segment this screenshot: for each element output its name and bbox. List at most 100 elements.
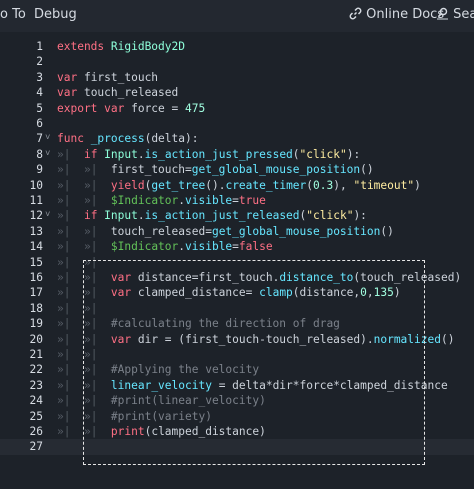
code-token: "click" — [299, 147, 347, 161]
code-line[interactable]: 12 ˅ »| if Input.is_action_just_released("… — [0, 208, 474, 223]
link-icon — [349, 7, 362, 24]
line-number: 7 — [36, 132, 43, 146]
code-text: func _process(delta): — [57, 131, 198, 146]
search-help-icon — [436, 7, 449, 24]
code-text: »| »| first_touch=get_global_mouse_posit… — [57, 162, 374, 177]
code-text: »| if Input.is_action_just_pressed("clic… — [57, 147, 360, 162]
code-token: visible — [185, 194, 233, 207]
code-line[interactable]: 7 ˅ func _process(delta): — [0, 131, 474, 146]
indent-guide-icon: »| — [57, 194, 84, 207]
code-line[interactable]: 3 var first_touch — [0, 70, 474, 85]
code-token: (). — [205, 178, 226, 192]
code-line[interactable]: 5 export var force = 475 — [0, 101, 474, 116]
code-text: »| »| yield(get_tree().create_timer(0.3)… — [57, 178, 421, 193]
line-number: 19 — [29, 317, 43, 331]
code-line[interactable]: 13 »| »| touch_released=get_global_mouse_… — [0, 224, 474, 239]
code-line[interactable]: 4 var touch_released — [0, 85, 474, 100]
line-number: 14 — [29, 240, 43, 254]
code-line[interactable]: 9 »| »| first_touch=get_global_mouse_posi… — [0, 162, 474, 177]
code-text: export var force = 475 — [57, 101, 205, 116]
fold-arrow-icon[interactable]: ˅ — [45, 147, 50, 162]
line-number: 11 — [29, 194, 43, 207]
indent-guide-icon: »| — [57, 255, 84, 269]
code-token: = — [232, 194, 239, 207]
fold-arrow-icon[interactable]: ˅ — [45, 208, 50, 223]
line-number: 4 — [36, 86, 43, 100]
indent-guide-icon: »| — [57, 271, 84, 284]
search-help-button[interactable]: Sear — [436, 7, 474, 24]
search-help-label: Sear — [453, 7, 474, 22]
code-token: var — [57, 86, 84, 100]
line-number: 24 — [29, 394, 43, 408]
code-line[interactable]: 6 — [0, 116, 474, 131]
indent-guide-icon: »| — [57, 409, 84, 423]
code-text: »| if Input.is_action_just_released("cli… — [57, 208, 367, 223]
online-docs-label: Online Docs — [366, 7, 445, 22]
indent-guide-icon: »| — [83, 224, 111, 238]
indent-guide-icon: »| — [57, 147, 84, 161]
code-token: () — [380, 224, 394, 238]
code-token: is_action_just_pressed — [144, 147, 293, 161]
code-line[interactable]: 14 »| »| $Indicator.visible=false — [0, 239, 474, 254]
indent-guide-icon: »| — [83, 178, 111, 192]
line-number: 23 — [29, 378, 43, 392]
debug-menu[interactable]: Debug — [34, 7, 77, 22]
indent-guide-icon: »| — [83, 163, 111, 177]
code-token: . — [178, 240, 186, 254]
code-token: true — [238, 194, 266, 207]
code-token: $Indicator — [110, 240, 179, 254]
code-token: _process — [90, 132, 145, 146]
line-number: 22 — [29, 363, 43, 377]
code-token: if — [83, 209, 105, 223]
code-token: create_timer — [225, 178, 307, 192]
indent-guide-icon: »| — [83, 240, 111, 254]
code-token: () — [360, 163, 374, 177]
indent-guide-icon: »| — [57, 348, 84, 361]
goto-menu[interactable]: o To — [0, 7, 26, 22]
code-text: var first_touch — [57, 70, 158, 85]
line-number: 5 — [36, 101, 43, 115]
code-text: »| »| $Indicator.visible=true — [57, 193, 266, 208]
code-token: var — [57, 70, 84, 84]
indent-guide-icon: »| — [57, 178, 84, 192]
code-token: visible — [185, 240, 233, 254]
code-line[interactable]: 10 »| »| yield(get_tree().create_timer(0.… — [0, 178, 474, 193]
selection-outline — [83, 260, 425, 465]
indent-guide-icon: »| — [57, 163, 84, 177]
code-token: touch_released — [83, 86, 179, 100]
code-line[interactable]: 2 — [0, 54, 474, 69]
indent-guide-icon: »| — [57, 240, 84, 254]
code-text: extends RigidBody2D — [57, 39, 185, 54]
menu-bar: o To Debug Online Docs Sear — [0, 0, 474, 32]
code-token: Input — [104, 147, 138, 161]
indent-guide-icon: »| — [57, 378, 84, 392]
code-token: is_action_just_released — [144, 209, 300, 223]
code-token: 475 — [184, 101, 206, 115]
code-token: first_touch — [83, 70, 159, 84]
line-number: 25 — [29, 409, 43, 423]
code-text: »| »| $Indicator.visible=false — [57, 239, 273, 254]
indent-guide-icon: »| — [57, 286, 84, 300]
line-number: 10 — [29, 178, 43, 192]
code-token: ( — [292, 147, 300, 161]
code-line[interactable]: 8 ˅ »| if Input.is_action_just_pressed("cl… — [0, 147, 474, 162]
code-line[interactable]: 11 »| »| $Indicator.visible=true — [0, 193, 474, 208]
code-token: export var — [57, 101, 132, 115]
indent-guide-icon: »| — [57, 301, 84, 315]
fold-arrow-icon[interactable]: ˅ — [45, 131, 50, 146]
code-token: 0.3 — [313, 178, 334, 192]
code-token: . — [137, 147, 145, 161]
indent-guide-icon: »| — [57, 394, 84, 408]
code-token: (delta): — [144, 132, 199, 146]
line-number: 9 — [36, 163, 43, 177]
code-token: "click" — [306, 209, 354, 223]
line-number: 17 — [29, 286, 43, 300]
line-number: 3 — [36, 70, 43, 84]
line-number: 6 — [36, 117, 43, 130]
online-docs-button[interactable]: Online Docs — [349, 7, 444, 24]
code-token: first_touch= — [110, 163, 192, 177]
code-token: if — [83, 147, 105, 161]
code-line[interactable]: 1 extends RigidBody2D — [0, 39, 474, 54]
code-token: = — [232, 240, 239, 254]
line-number: 13 — [29, 224, 43, 238]
